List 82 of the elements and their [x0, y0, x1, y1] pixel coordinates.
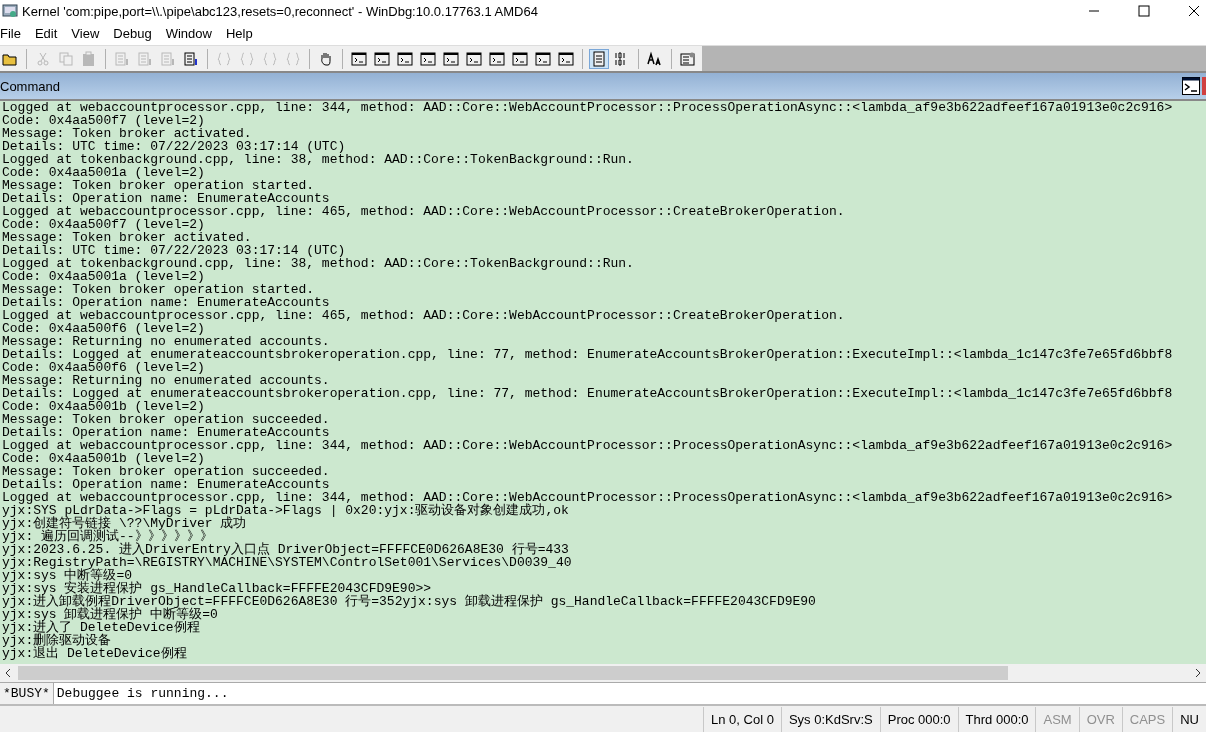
window-icon[interactable] — [397, 50, 413, 67]
log-line: Details: UTC time: 07/22/2023 03:17:14 (UTC) — [2, 140, 346, 153]
window-icon[interactable] — [512, 50, 528, 67]
window-icon[interactable] — [443, 50, 459, 67]
log-line: Details: Logged at enumerateaccountsbrokeroperation.cpp, line: 77, method: EnumerateAccountsBrokerOperation::ExecuteImpl::<lambda_1c147c3fe7e65fd6bbf8 — [2, 387, 1173, 400]
log-line: yjx: 遍历回调测试--》》》》》》 — [2, 530, 213, 543]
status-cell: NU — [1172, 707, 1206, 732]
command-field[interactable]: Debuggee is running... — [53, 683, 1206, 704]
log-line: Code: 0x4aa500f6 (level=2) — [2, 361, 205, 374]
terminal-icon[interactable] — [1182, 77, 1200, 95]
log-line: Message: Token broker operation started. — [2, 283, 315, 296]
log-line: yjx:SYS pLdrData->Flags = pLdrData->Flags | 0x20:yjx:驱动设备对象创建成功,ok — [2, 504, 569, 517]
log-line: yjx:进入卸载例程DriverObject=FFFFCE0D626A8E30 行号=352yjx:sys 卸载进程保护 gs_HandleCallback=FFFFE2043CFD9E90 — [2, 595, 816, 608]
horizontal-scrollbar[interactable] — [0, 662, 1206, 682]
log-line: Logged at webaccountprocessor.cpp, line: 344, method: AAD::Core::WebAccountProcessor::ProcessOperationAsync::<lambda_af9e3b622adfeef167a01913e0c2c916> — [2, 101, 1173, 114]
log-line: yjx:进入了 DeleteDevice例程 — [2, 621, 200, 634]
log-line: yjx:创建符号链接 \??\MyDriver 成功 — [2, 517, 247, 530]
menu-item[interactable]: Help — [225, 26, 253, 41]
log-line: Details: Operation name: EnumerateAccounts — [2, 296, 330, 309]
log-line: Message: Token broker operation succeeded. — [2, 413, 330, 426]
log-line: Code: 0x4aa5001a (level=2) — [2, 166, 205, 179]
status-cell: CAPS — [1121, 707, 1173, 732]
status-cell: Sys 0:KdSrv:S — [780, 707, 880, 732]
window-icon[interactable] — [489, 50, 505, 67]
status-cell: OVR — [1078, 707, 1122, 732]
log-line: Message: Returning no enumerated accounts. — [2, 335, 330, 348]
window-title: Kernel 'com:pipe,port=\\.\pipe\abc123,resets=0,reconnect' - WinDbg:10.0.17763.1 AMD64 — [22, 3, 538, 19]
log-line: Message: Token broker activated. — [2, 127, 252, 140]
menu-item[interactable]: Debug — [113, 26, 152, 41]
log-line: Logged at webaccountprocessor.cpp, line: 465, method: AAD::Core::WebAccountProcessor::CreateBrokerOperation. — [2, 309, 845, 322]
log-line: Code: 0x4aa5001b (level=2) — [2, 452, 205, 465]
window-icon[interactable] — [374, 50, 390, 67]
log-line: Logged at webaccountprocessor.cpp, line: 465, method: AAD::Core::WebAccountProcessor::CreateBrokerOperation. — [2, 205, 845, 218]
log-line: Logged at tokenbackground.cpp, line: 38, method: AAD::Core::TokenBackground::Run. — [2, 153, 634, 166]
status-cell: ASM — [1035, 707, 1079, 732]
log-line: yjx:RegistryPath=\REGISTRY\MACHINE\SYSTEM\ControlSet001\Services\D0039_40 — [2, 556, 572, 569]
window-icon[interactable] — [535, 50, 551, 67]
window-icon[interactable] — [420, 50, 436, 67]
log-line: Logged at webaccountprocessor.cpp, line: 344, method: AAD::Core::WebAccountProcessor::ProcessOperationAsync::<lambda_af9e3b622adfeef167a01913e0c2c916> — [2, 439, 1173, 452]
options-icon[interactable] — [680, 50, 696, 67]
log-line: Code: 0x4aa500f6 (level=2) — [2, 322, 205, 335]
log-line: Message: Token broker operation started. — [2, 179, 315, 192]
log-line: yjx:sys 中断等级=0 — [2, 569, 132, 582]
window-icon[interactable] — [558, 50, 574, 67]
window-icon[interactable] — [351, 50, 367, 67]
page-icon[interactable] — [591, 50, 607, 67]
close-button[interactable] — [1186, 5, 1202, 17]
document-icon[interactable] — [183, 50, 199, 67]
log-line: Message: Token broker activated. — [2, 231, 252, 244]
log-line: Details: UTC time: 07/22/2023 03:17:14 (UTC) — [2, 244, 346, 257]
window-icon[interactable] — [466, 50, 482, 67]
menu-item[interactable]: View — [71, 26, 100, 41]
pane-title: Command — [0, 78, 60, 94]
log-line: yjx:2023.6.25. 进入DriverEntry入口点 DriverObject=FFFFCE0D626A8E30 行号=433 — [2, 543, 569, 556]
log-line: Logged at webaccountprocessor.cpp, line: 344, method: AAD::Core::WebAccountProcessor::ProcessOperationAsync::<lambda_af9e3b622adfeef167a01913e0c2c916> — [2, 491, 1173, 504]
log-line: Logged at tokenbackground.cpp, line: 38, method: AAD::Core::TokenBackground::Run. — [2, 257, 634, 270]
maximize-button[interactable] — [1136, 5, 1152, 17]
menu-item[interactable]: File — [0, 26, 21, 41]
scroll-right-icon[interactable] — [1194, 668, 1202, 678]
status-cell: Proc 000:0 — [879, 707, 958, 732]
menu-item[interactable]: Edit — [34, 26, 58, 41]
status-cell: Ln 0, Col 0 — [703, 707, 781, 732]
log-line: Code: 0x4aa500f7 (level=2) — [2, 218, 205, 231]
log-line: Code: 0x4aa5001a (level=2) — [2, 270, 205, 283]
log-line: yjx:删除驱动设备 — [2, 634, 112, 647]
log-line: yjx:退出 DeleteDevice例程 — [2, 647, 187, 660]
log-line: Code: 0x4aa5001b (level=2) — [2, 400, 205, 413]
log-line: Details: Operation name: EnumerateAccounts — [2, 478, 330, 491]
log-line: Message: Returning no enumerated accounts. — [2, 374, 330, 387]
scroll-left-icon[interactable] — [4, 668, 12, 678]
log-line: Message: Token broker operation succeeded. — [2, 465, 330, 478]
log-line: yjx:sys 卸载进程保护 中断等级=0 — [2, 608, 218, 621]
hand-icon[interactable] — [318, 50, 334, 67]
status-cell: Thrd 000:0 — [957, 707, 1036, 732]
log-line: Details: Operation name: EnumerateAccounts — [2, 192, 330, 205]
log-line: Details: Operation name: EnumerateAccounts — [2, 426, 330, 439]
app-icon — [2, 3, 18, 19]
menu-item[interactable]: Window — [165, 26, 212, 41]
log-line: Code: 0x4aa500f7 (level=2) — [2, 114, 205, 127]
log-line: yjx:sys 安装进程保护 gs_HandleCallback=FFFFE2043CFD9E90>> — [2, 582, 432, 595]
log-line: Details: Logged at enumerateaccountsbrokeroperation.cpp, line: 77, method: EnumerateAccountsBrokerOperation::ExecuteImpl::<lambda_1c147c3fe7e65fd6bbf8 — [2, 348, 1173, 361]
font-icon[interactable] — [647, 50, 663, 67]
